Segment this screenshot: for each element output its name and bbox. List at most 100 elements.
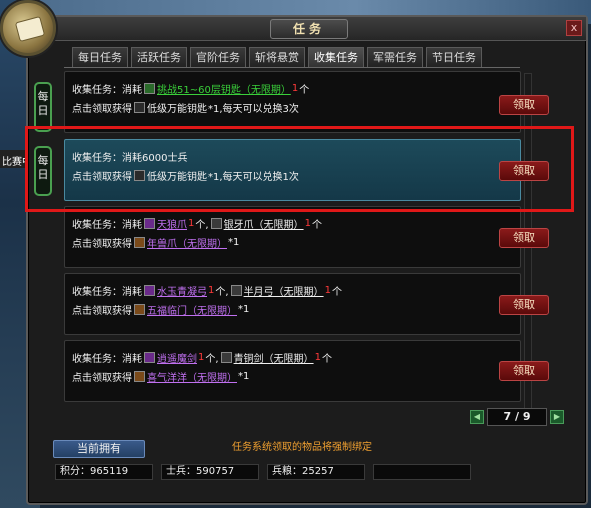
claim-button[interactable]: 领取 bbox=[499, 228, 549, 248]
reward-label: 点击领取获得 bbox=[72, 104, 132, 115]
claim-button[interactable]: 领取 bbox=[499, 95, 549, 115]
stat-soldiers: 士兵：590757 bbox=[161, 464, 259, 480]
window-title: 任务 bbox=[270, 19, 348, 39]
reward-name: 低级万能钥匙 bbox=[147, 104, 207, 115]
stat-value: 965119 bbox=[90, 466, 129, 477]
stat-label: 积分： bbox=[60, 466, 90, 477]
consume-item-count: 1 bbox=[314, 352, 321, 363]
tab-4[interactable]: 收集任务 bbox=[308, 47, 364, 67]
item-icon bbox=[220, 352, 232, 363]
task-consume-line: 收集任务：消耗6000士兵 bbox=[72, 149, 187, 164]
reward-suffix: *1 bbox=[238, 371, 250, 382]
close-button[interactable]: x bbox=[566, 20, 582, 36]
item-icon bbox=[144, 83, 155, 94]
claim-button[interactable]: 领取 bbox=[499, 295, 549, 315]
tab-5[interactable]: 军需任务 bbox=[367, 47, 423, 67]
owned-button[interactable]: 当前拥有 bbox=[53, 440, 145, 458]
tab-bar: 每日任务 活跃任务 官阶任务 斩将悬赏 收集任务 军需任务 节日任务 bbox=[72, 47, 482, 67]
task-row[interactable]: 收集任务：消耗6000士兵点击领取获得 低级万能钥匙 *1,每天可以兑换1次 bbox=[64, 139, 521, 201]
tab-3[interactable]: 斩将悬赏 bbox=[249, 47, 305, 67]
reward-label: 点击领取获得 bbox=[72, 306, 132, 317]
tab-6[interactable]: 节日任务 bbox=[426, 47, 482, 67]
consume-item-name[interactable]: 水玉青凝弓 bbox=[157, 283, 207, 298]
consume-item-suffix: 个, bbox=[215, 287, 229, 298]
stat-value: 590757 bbox=[196, 466, 235, 477]
daily-badge: 每日 bbox=[34, 146, 52, 196]
consume-item-name[interactable]: 青铜剑（无限期） bbox=[234, 350, 314, 365]
task-reward-line: 点击领取获得 喜气洋洋（无限期） *1 bbox=[72, 369, 249, 384]
consume-item-count: 1 bbox=[188, 218, 195, 229]
tab-divider bbox=[64, 67, 520, 68]
task-window: 任务 x 每日任务 活跃任务 官阶任务 斩将悬赏 收集任务 军需任务 节日任务 收集任务：消… bbox=[26, 15, 588, 505]
tab-0[interactable]: 每日任务 bbox=[72, 47, 128, 67]
consume-item-name[interactable]: 半月弓（无限期） bbox=[244, 283, 324, 298]
stat-points: 积分：965119 bbox=[55, 464, 153, 480]
task-reward-line: 点击领取获得 年兽爪（无限期） *1 bbox=[72, 235, 239, 250]
item-icon bbox=[144, 352, 155, 363]
tab-1[interactable]: 活跃任务 bbox=[131, 47, 187, 67]
reward-name[interactable]: 年兽爪（无限期） bbox=[147, 235, 227, 250]
task-reward-line: 点击领取获得 五福临门（无限期） *1 bbox=[72, 302, 249, 317]
consume-label: 收集任务：消耗 bbox=[72, 220, 142, 231]
stat-label: 兵粮： bbox=[272, 466, 302, 477]
consume-item-count: 1 bbox=[198, 352, 205, 363]
consume-label: 收集任务：消耗 bbox=[72, 85, 142, 96]
task-reward-line: 点击领取获得 低级万能钥匙 *1,每天可以兑换3次 bbox=[72, 100, 299, 115]
claim-button[interactable]: 领取 bbox=[499, 361, 549, 381]
reward-icon bbox=[134, 237, 145, 248]
page-total: 9 bbox=[522, 410, 531, 423]
task-consume-line: 收集任务：消耗 水玉青凝弓 1 个, 半月弓（无限期） 1 个 bbox=[72, 283, 342, 298]
task-row[interactable]: 收集任务：消耗 水玉青凝弓 1 个, 半月弓（无限期） 1 个点击领取获得 五福临门（无限期）… bbox=[64, 273, 521, 335]
title-bar[interactable]: 任务 x bbox=[28, 17, 586, 41]
page-indicator: 7 / 9 bbox=[487, 408, 547, 426]
consume-item-count: 1 bbox=[304, 218, 311, 229]
consume-item-suffix: 个 bbox=[299, 85, 310, 96]
reward-suffix: *1 bbox=[238, 304, 250, 315]
reward-icon bbox=[134, 304, 145, 315]
reward-icon bbox=[134, 102, 145, 113]
consume-item-name[interactable]: 挑战51~60层钥匙（无限期） bbox=[157, 81, 291, 96]
item-icon bbox=[144, 218, 155, 229]
task-reward-line: 点击领取获得 低级万能钥匙 *1,每天可以兑换1次 bbox=[72, 168, 299, 183]
consume-item-count: 1 bbox=[324, 285, 331, 296]
consume-label: 收集任务：消耗 bbox=[72, 354, 142, 365]
stat-provisions: 兵粮：25257 bbox=[267, 464, 365, 480]
consume-item-suffix: 个, bbox=[195, 220, 209, 231]
reward-suffix: *1 bbox=[228, 237, 240, 248]
reward-icon bbox=[134, 170, 145, 181]
reward-suffix: *1,每天可以兑换3次 bbox=[208, 104, 299, 115]
reward-icon bbox=[134, 371, 145, 382]
consume-item-suffix: 个, bbox=[205, 354, 219, 365]
page-separator: / bbox=[514, 410, 520, 423]
consume-item-name[interactable]: 逍遥魔剑 bbox=[157, 350, 197, 365]
consume-item-suffix: 个 bbox=[321, 354, 332, 365]
task-consume-line: 收集任务：消耗 挑战51~60层钥匙（无限期） 1 个 bbox=[72, 81, 309, 96]
consume-item-count: 1 bbox=[208, 285, 215, 296]
task-consume-line: 收集任务：消耗 天狼爪 1 个, 银牙爪（无限期） 1 个 bbox=[72, 216, 322, 231]
reward-name[interactable]: 五福临门（无限期） bbox=[147, 302, 237, 317]
item-icon bbox=[210, 218, 222, 229]
task-consume-line: 收集任务：消耗 逍遥魔剑 1 个, 青铜剑（无限期） 1 个 bbox=[72, 350, 332, 365]
reward-label: 点击领取获得 bbox=[72, 172, 132, 183]
bind-notice: 任务系统领取的物品将强制绑定 bbox=[232, 442, 372, 453]
consume-item-name[interactable]: 天狼爪 bbox=[157, 216, 187, 231]
arrow-left-icon[interactable]: ◀ bbox=[470, 410, 484, 424]
reward-label: 点击领取获得 bbox=[72, 373, 132, 384]
task-row[interactable]: 收集任务：消耗 挑战51~60层钥匙（无限期） 1 个点击领取获得 低级万能钥匙 *1,每… bbox=[64, 71, 521, 133]
task-row[interactable]: 收集任务：消耗 天狼爪 1 个, 银牙爪（无限期） 1 个点击领取获得 年兽爪（无限期） *1 bbox=[64, 206, 521, 268]
stat-value: 25257 bbox=[302, 466, 334, 477]
consume-item-name[interactable]: 银牙爪（无限期） bbox=[224, 216, 304, 231]
reward-label: 点击领取获得 bbox=[72, 239, 132, 250]
consume-label: 收集任务：消耗 bbox=[72, 287, 142, 298]
pager: ◀ 7 / 9 ▶ bbox=[470, 408, 564, 426]
arrow-right-icon[interactable]: ▶ bbox=[550, 410, 564, 424]
item-icon bbox=[230, 285, 242, 296]
task-logo-icon bbox=[0, 0, 56, 56]
stat-empty bbox=[373, 464, 471, 480]
task-row[interactable]: 收集任务：消耗 逍遥魔剑 1 个, 青铜剑（无限期） 1 个点击领取获得 喜气洋洋（无限期） *… bbox=[64, 340, 521, 402]
consume-item-suffix: 个 bbox=[311, 220, 322, 231]
tab-2[interactable]: 官阶任务 bbox=[190, 47, 246, 67]
page-current: 7 bbox=[503, 410, 512, 423]
claim-button[interactable]: 领取 bbox=[499, 161, 549, 181]
reward-name[interactable]: 喜气洋洋（无限期） bbox=[147, 369, 237, 384]
